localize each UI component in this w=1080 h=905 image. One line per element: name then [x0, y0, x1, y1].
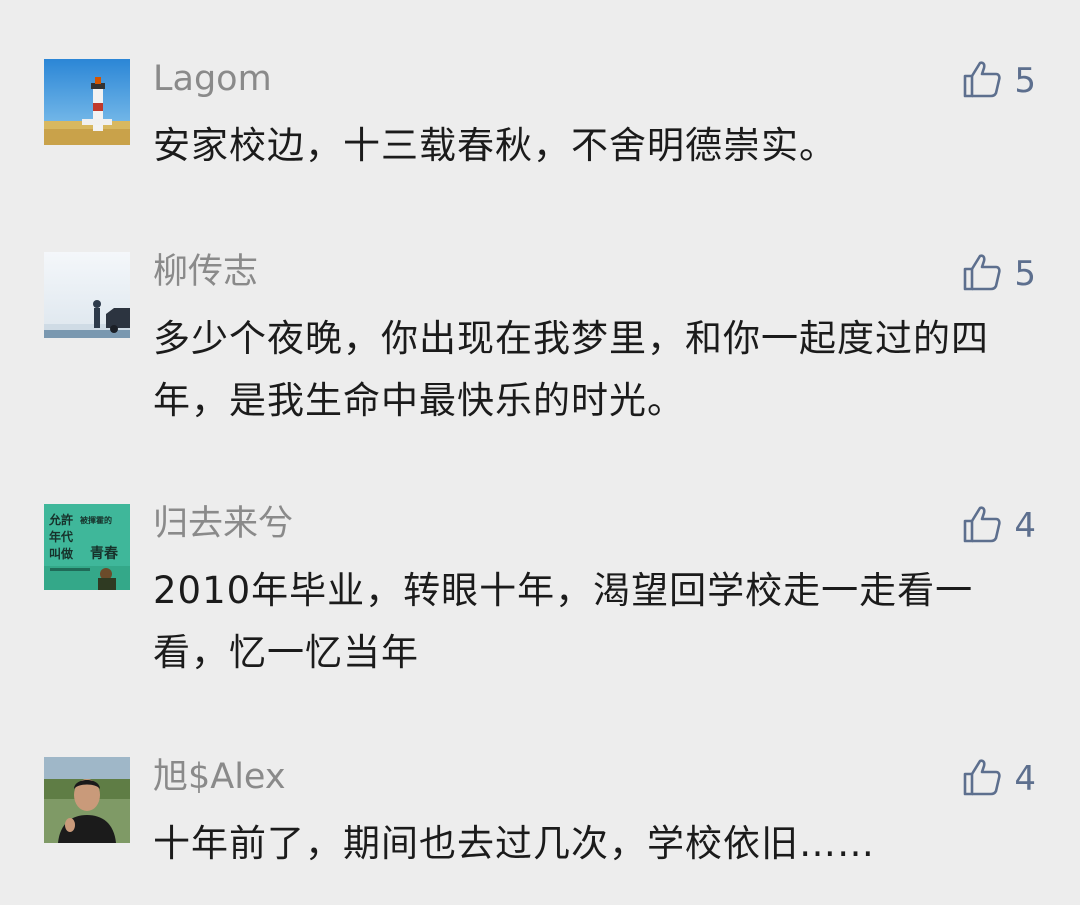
like-count: 5 [1014, 254, 1036, 294]
username[interactable]: 归去来兮 [153, 504, 293, 544]
thumbs-up-icon [962, 59, 1002, 103]
book-title-line1: 允許 [48, 512, 73, 527]
comment-text: 安家校边，十三载春秋，不舍明德崇实。 [153, 124, 837, 167]
username[interactable]: Lagom [153, 59, 272, 99]
like-count: 4 [1014, 506, 1036, 546]
book-title-line2: 年代 [49, 529, 73, 544]
like-count: 5 [1014, 61, 1036, 101]
comment-text: 2010年毕业，转眼十年，渴望回学校走一走看一看，忆一忆当年 [153, 569, 974, 674]
avatar[interactable]: 允許 被揮霍的 年代 叫做 青春 [44, 504, 130, 590]
avatar[interactable] [44, 252, 130, 338]
like-button[interactable]: 4 [962, 757, 1036, 801]
thumbs-up-icon [962, 252, 1002, 296]
book-title-line3b: 青春 [90, 545, 119, 562]
like-button[interactable]: 5 [962, 59, 1036, 103]
comment-text: 多少个夜晚，你出现在我梦里，和你一起度过的四年，是我生命中最快乐的时光。 [153, 317, 989, 422]
like-button[interactable]: 4 [962, 504, 1036, 548]
username[interactable]: 旭$Alex [153, 757, 286, 797]
like-button[interactable]: 5 [962, 252, 1036, 296]
book-title-line1b: 被揮霍的 [80, 515, 112, 525]
like-count: 4 [1014, 759, 1036, 799]
book-title-line3: 叫做 [49, 546, 74, 561]
comment-text: 十年前了，期间也去过几次，学校依旧…… [153, 822, 875, 865]
thumbs-up-icon [962, 504, 1002, 548]
avatar[interactable] [44, 757, 130, 843]
username[interactable]: 柳传志 [153, 252, 258, 292]
avatar[interactable] [44, 59, 130, 145]
thumbs-up-icon [962, 757, 1002, 801]
